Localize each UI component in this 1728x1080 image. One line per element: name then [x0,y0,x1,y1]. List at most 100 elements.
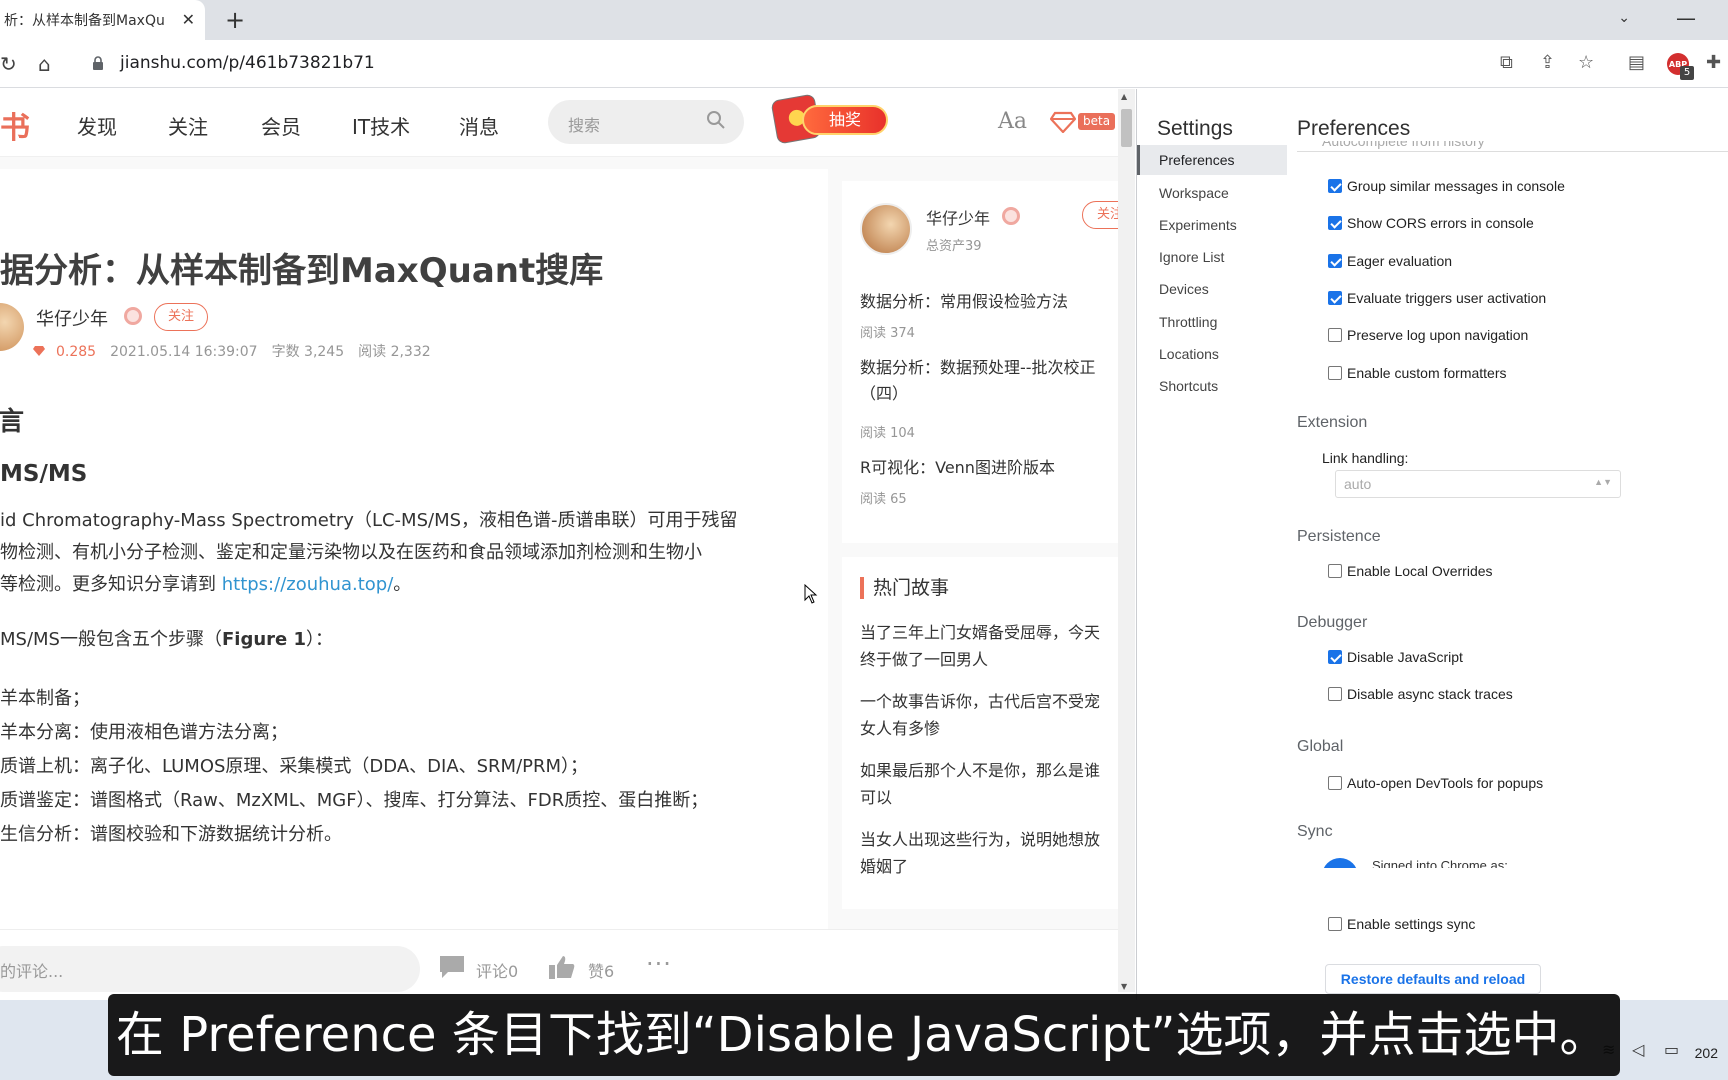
site-logo[interactable]: 书 [0,103,30,147]
search-icon[interactable] [706,110,726,130]
sidebar-article-link[interactable]: R可视化：Venn图进阶版本 [860,455,1055,481]
tab-search-chevron-icon[interactable]: ⌄ [1618,10,1630,26]
settings-nav-ignore-list[interactable]: Ignore List [1137,242,1287,272]
hot-story-link[interactable]: 可以 [860,784,1118,811]
active-tab[interactable]: 析：从样本制备到MaxQu ✕ [0,0,205,40]
scroll-down-arrow-icon[interactable]: ▼ [1121,982,1127,991]
nav-follow[interactable]: 关注 [168,111,208,140]
hot-story-link[interactable]: 女人有多惨 [860,715,1118,742]
sidebar-follow-button[interactable]: 关注 [1082,201,1118,229]
disable-javascript-checkbox[interactable]: Disable JavaScript [1328,649,1463,665]
checkbox-checked-icon [1328,179,1342,193]
persistence-section-title: Persistence [1297,528,1381,545]
share-icon[interactable]: ⇪ [1540,52,1555,73]
sidebar-article-link[interactable]: 数据分析：常用假设检验方法 [860,289,1068,315]
cast-blocked-icon[interactable]: ⧉ [1500,52,1513,73]
minimize-window-icon[interactable]: — [1676,6,1696,30]
nav-membership[interactable]: 会员 [261,111,301,140]
media-icon[interactable]: ▤ [1628,52,1645,73]
diamond-icon[interactable] [1050,111,1076,133]
hot-story-link[interactable]: 当了三年上门女婿备受屈辱，今天 [860,619,1118,646]
author-badge-icon [124,307,142,325]
group-similar-checkbox[interactable]: Group similar messages in console [1328,178,1565,194]
settings-nav-locations[interactable]: Locations [1137,339,1287,369]
hot-story-link[interactable]: 当女人出现这些行为，说明她想放 [860,826,1118,853]
sidebar-article-reads: 阅读 65 [860,492,907,507]
hot-story-link[interactable]: 如果最后那个人不是你，那么是谁 [860,757,1118,784]
user-activation-checkbox[interactable]: Evaluate triggers user activation [1328,290,1546,306]
settings-sync-checkbox[interactable]: Enable settings sync [1328,916,1475,932]
tab-close-icon[interactable]: ✕ [182,10,195,29]
checkbox-unchecked-icon [1328,328,1342,342]
settings-nav-devices[interactable]: Devices [1137,274,1287,304]
like-count[interactable]: 赞6 [588,958,614,982]
extensions-puzzle-icon[interactable]: ✚ [1706,52,1721,73]
checkbox-unchecked-icon [1328,776,1342,790]
step-item: 生信分析：谱图校验和下游数据统计分析。 [0,824,342,845]
page-scrollbar-thumb[interactable] [1121,109,1132,147]
author-avatar[interactable] [0,303,24,351]
zouhua-link[interactable]: https://zouhua.top/ [222,574,394,595]
new-tab-button[interactable]: + [225,6,245,34]
settings-nav-throttling[interactable]: Throttling [1137,307,1287,337]
settings-nav-shortcuts[interactable]: Shortcuts [1137,371,1287,401]
cors-errors-checkbox[interactable]: Show CORS errors in console [1328,215,1534,231]
link-handling-label: Link handling: [1322,450,1409,466]
step-item: 羊本制备； [0,688,90,709]
site-search[interactable]: 搜索 [548,100,744,144]
eager-eval-checkbox[interactable]: Eager evaluation [1328,253,1452,269]
like-thumb-icon[interactable] [548,954,576,980]
publish-date: 2021.05.14 16:39:07 [110,344,258,360]
checkbox-checked-icon [1328,254,1342,268]
lock-icon[interactable] [92,55,104,71]
follow-button[interactable]: 关注 [154,303,208,331]
settings-nav-experiments[interactable]: Experiments [1137,210,1287,240]
system-clock[interactable]: 202 [1695,1045,1718,1061]
reload-icon[interactable]: ↻ [0,52,17,76]
link-handling-select[interactable]: auto ▲▼ [1335,470,1621,498]
disable-async-stack-checkbox[interactable]: Disable async stack traces [1328,686,1513,702]
beta-badge: beta [1078,113,1116,130]
diamond-icon [33,346,45,356]
url-field[interactable]: jianshu.com/p/461b73821b71 [120,53,375,73]
author-name[interactable]: 华仔少年 [36,305,108,331]
battery-icon[interactable]: ▭ [1664,1040,1679,1059]
auto-open-devtools-checkbox[interactable]: Auto-open DevTools for popups [1328,775,1543,791]
comment-icon[interactable] [438,954,466,980]
diamond-count: 0.285 [56,344,97,360]
comment-input[interactable]: 的评论... [0,946,420,992]
hot-story-link[interactable]: 一个故事告诉你，古代后宫不受宠 [860,688,1118,715]
sidebar-author-name[interactable]: 华仔少年 [926,205,990,229]
header-divider [1297,151,1728,152]
home-icon[interactable]: ⌂ [38,52,51,76]
preserve-log-checkbox[interactable]: Preserve log upon navigation [1328,327,1528,343]
sidebar-article-reads: 阅读 374 [860,326,915,341]
article-title: 据分析：从样本制备到MaxQuant搜库 [0,251,604,291]
comment-placeholder: 的评论... [0,962,64,981]
hot-story-link[interactable]: 终于做了一回男人 [860,646,1118,673]
nav-it-tech[interactable]: IT技术 [352,111,410,140]
volume-icon[interactable]: ◁ [1632,1040,1644,1059]
nav-messages[interactable]: 消息 [459,111,499,140]
lottery-banner[interactable]: 抽奖 [770,93,890,145]
hot-story-link[interactable]: 婚姻了 [860,853,1118,880]
restore-defaults-button[interactable]: Restore defaults and reload [1325,964,1541,994]
article-panel: 据分析：从样本制备到MaxQuant搜库 华仔少年 关注 0.285 2021.0… [0,169,828,929]
custom-formatters-checkbox[interactable]: Enable custom formatters [1328,365,1507,381]
scroll-up-arrow-icon[interactable]: ▲ [1121,92,1127,101]
sidebar-article-link[interactable]: 数据分析：数据预处理--批次校正 [860,355,1096,381]
font-size-toggle[interactable]: Aa [998,109,1027,134]
author-assets: 总资产39 [926,239,982,254]
paragraph-line: id Chromatography-Mass Spectrometry（LC-M… [0,510,738,531]
page-scrollbar[interactable] [1118,89,1135,992]
more-options-icon[interactable]: ··· [646,950,672,978]
local-overrides-checkbox[interactable]: Enable Local Overrides [1328,563,1493,579]
nav-discover[interactable]: 发现 [77,111,117,140]
checkbox-unchecked-icon [1328,564,1342,578]
sidebar-author-avatar[interactable] [860,203,912,255]
settings-nav-preferences[interactable]: Preferences [1137,145,1287,175]
settings-nav-workspace[interactable]: Workspace [1137,178,1287,208]
comment-count[interactable]: 评论0 [476,958,518,982]
sidebar-article-link-cont[interactable]: （四） [860,381,908,407]
bookmark-star-icon[interactable]: ☆ [1578,52,1594,73]
